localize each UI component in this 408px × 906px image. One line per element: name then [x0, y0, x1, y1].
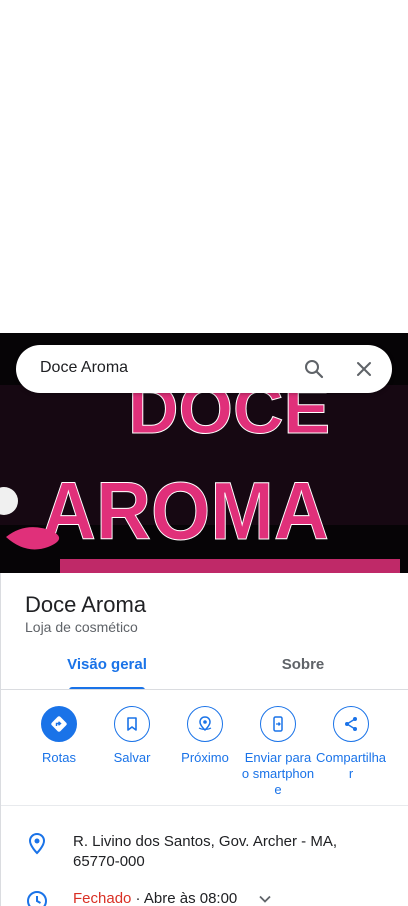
clock-icon	[27, 891, 47, 906]
directions-label: Rotas	[42, 750, 76, 765]
nearby-label: Próximo	[181, 750, 229, 765]
tab-overview[interactable]: Visão geral	[57, 650, 157, 690]
share-icon	[333, 706, 369, 742]
opening-hours: · Abre às 08:00	[131, 890, 238, 906]
send-to-phone-button[interactable]: Enviar para o smartphone	[241, 706, 315, 798]
tab-about[interactable]: Sobre	[255, 650, 351, 690]
search-bar[interactable]: Doce Aroma	[16, 345, 392, 393]
place-details-panel: Doce Aroma Loja de cosmético Visão geral…	[0, 573, 408, 906]
place-category[interactable]: Loja de cosmético	[25, 619, 138, 635]
search-icon[interactable]	[302, 357, 326, 381]
close-icon[interactable]	[352, 357, 376, 381]
nearby-icon	[187, 706, 223, 742]
share-label: Compartilhar	[315, 750, 387, 781]
place-name: Doce Aroma	[25, 592, 147, 617]
save-button[interactable]: Salvar	[95, 706, 169, 766]
share-button[interactable]: Compartilhar	[314, 706, 388, 782]
bookmark-icon	[114, 706, 150, 742]
sign-text-aroma: AROMA	[41, 464, 329, 556]
open-status: Fechado	[73, 890, 132, 906]
nearby-button[interactable]: Próximo	[168, 706, 242, 766]
chevron-down-icon[interactable]	[259, 895, 272, 903]
blank-area	[0, 0, 408, 333]
divider	[1, 805, 408, 806]
directions-button[interactable]: Rotas	[22, 706, 96, 766]
address-text: R. Livino dos Santos, Gov. Archer - MA, …	[73, 833, 337, 870]
send-to-phone-icon	[260, 706, 296, 742]
divider	[1, 689, 408, 690]
tab-about-label: Sobre	[281, 656, 325, 673]
tab-overview-label: Visão geral	[67, 656, 147, 673]
location-pin-icon	[28, 832, 46, 855]
directions-icon	[41, 706, 77, 742]
save-label: Salvar	[113, 750, 151, 765]
send-to-phone-label: Enviar para o smartphone	[241, 750, 315, 797]
search-input[interactable]: Doce Aroma	[40, 359, 128, 377]
